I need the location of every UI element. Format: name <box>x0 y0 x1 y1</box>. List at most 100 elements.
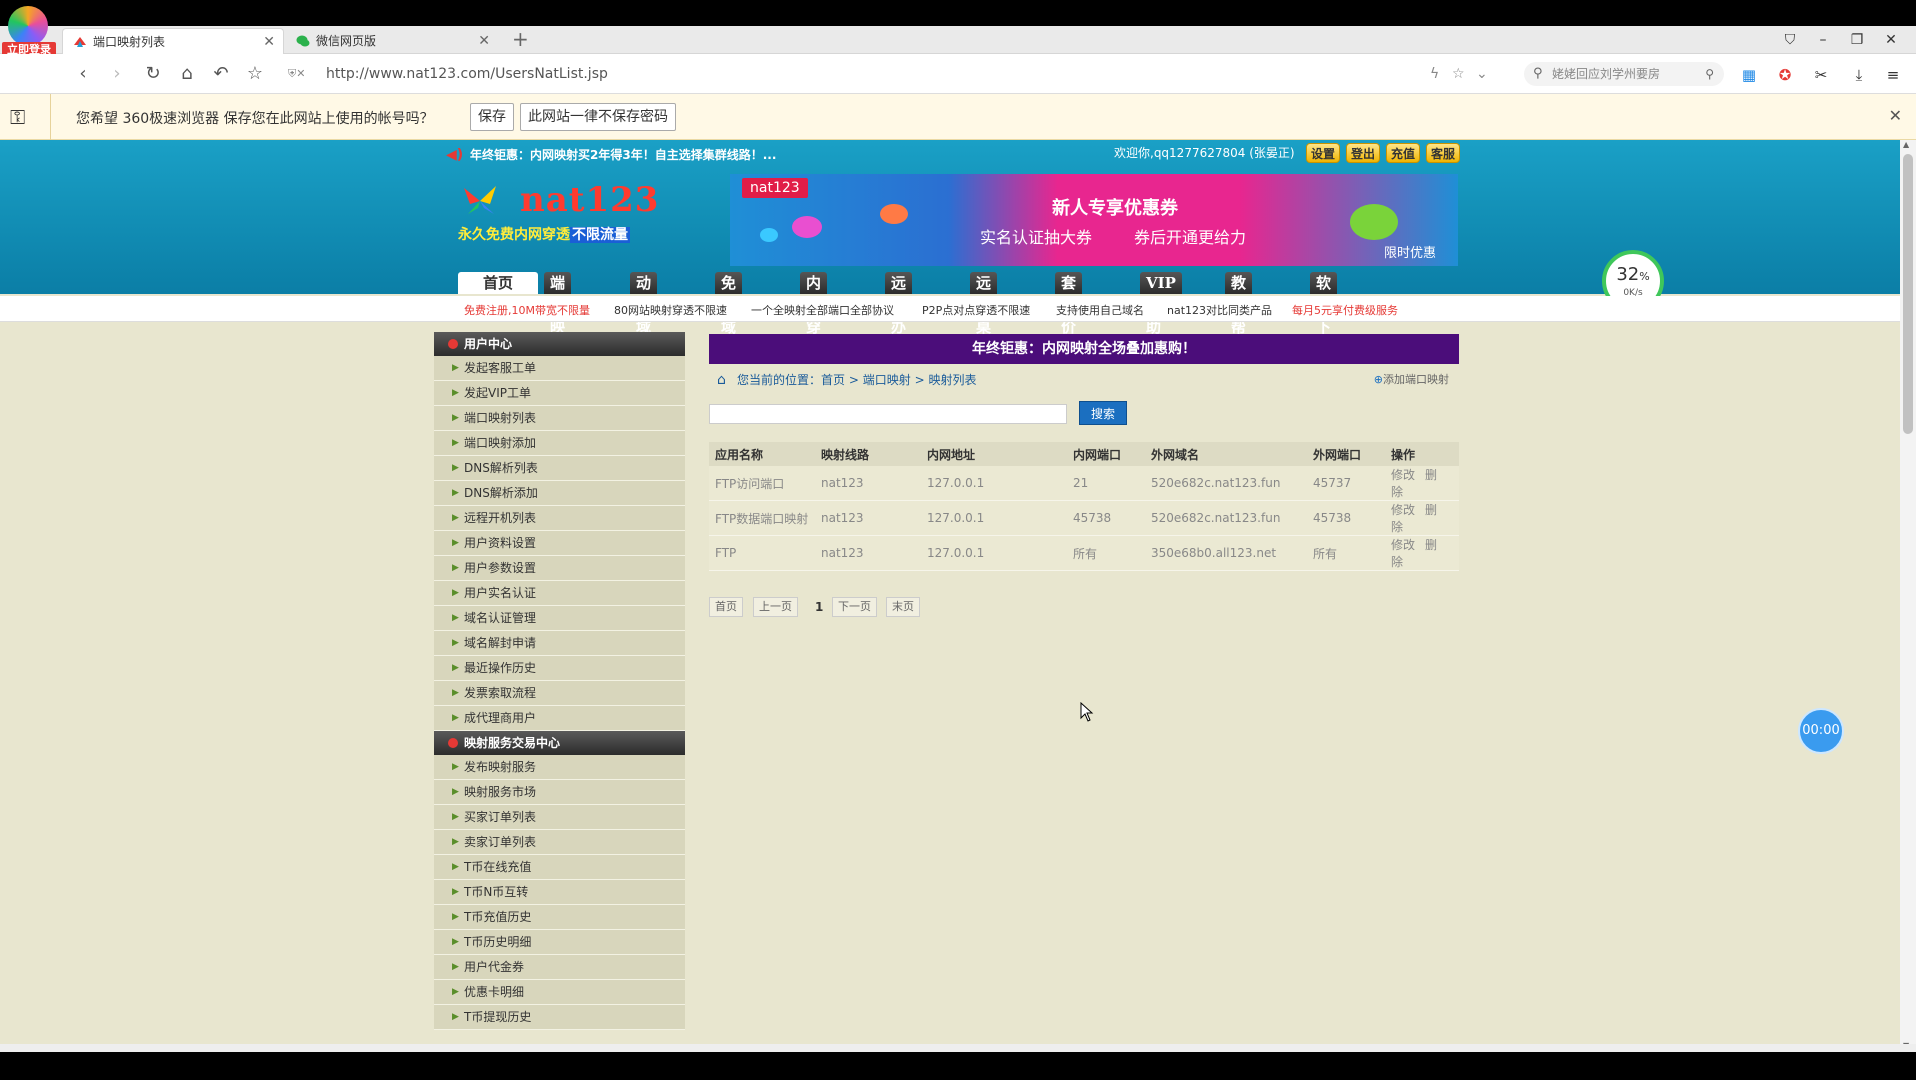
reload-icon[interactable]: ↻ <box>140 62 166 86</box>
lightning-icon[interactable]: ϟ <box>1430 62 1439 86</box>
skin-shirt-icon[interactable]: ⛉ <box>1775 26 1805 54</box>
nav-vip-help[interactable]: VIP帮助 <box>1140 272 1182 336</box>
new-tab-icon[interactable]: + <box>512 26 529 52</box>
sidebar-item[interactable]: ▶ 远程开机列表 <box>434 506 685 531</box>
nav-tutorials[interactable]: 教程帮助 <box>1225 272 1253 358</box>
nav-software-download[interactable]: 软件下载 <box>1310 272 1338 358</box>
feature-link[interactable]: nat123对比同类产品 <box>1167 302 1272 318</box>
tab-port-mapping-list[interactable]: 端口映射列表 ✕ <box>62 28 284 54</box>
back-icon[interactable]: ‹ <box>70 62 96 86</box>
search-button[interactable]: 搜索 <box>1079 401 1127 425</box>
apps-grid-icon[interactable]: ▦ <box>1738 64 1760 86</box>
mapping-search-input[interactable] <box>709 404 1067 424</box>
screenshot-scissors-icon[interactable]: ✂ <box>1810 64 1832 86</box>
feature-link[interactable]: 支持使用自己域名 <box>1056 302 1144 318</box>
sidebar-item[interactable]: ▶ 卖家订单列表 <box>434 830 685 855</box>
home-icon[interactable]: ⌂ <box>174 62 200 86</box>
sidebar-item[interactable]: ▶ 最近操作历史 <box>434 656 685 681</box>
feature-link[interactable]: 一个全映射全部端口全部协议 <box>751 302 894 318</box>
nav-intranet-penetration[interactable]: 内网穿透 <box>800 272 828 358</box>
breadcrumb-home[interactable]: 首页 <box>821 373 845 387</box>
favorite-star-icon[interactable]: ☆ <box>1452 62 1465 86</box>
promo-banner[interactable]: nat123 新人专享优惠券 实名认证抽大券 券后开通更给力 限时优惠 <box>730 174 1458 266</box>
page-first-button[interactable]: 首页 <box>709 597 743 617</box>
notice-bar[interactable]: ◀) 年终钜惠：内网映射买2年得3年！自主选择集群线路！... <box>446 146 776 163</box>
sidebar-item[interactable]: ▶ 成代理商用户 <box>434 706 685 731</box>
browser-360-logo[interactable]: 立即登录 <box>2 2 56 60</box>
feature-link[interactable]: 免费注册,10M带宽不限量 <box>464 302 590 318</box>
tab-wechat-web[interactable]: 微信网页版 ✕ <box>286 28 498 54</box>
promo-strip[interactable]: 年终钜惠：内网映射全场叠加惠购！ <box>709 334 1459 364</box>
sidebar-item[interactable]: ▶ 发起VIP工单 <box>434 381 685 406</box>
feature-link[interactable]: 每月5元享付费级服务 <box>1292 302 1398 318</box>
sidebar-item[interactable]: ▶ 端口映射添加 <box>434 431 685 456</box>
edit-link[interactable]: 修改 <box>1391 503 1415 517</box>
sidebar-item[interactable]: ▶ T币充值历史 <box>434 905 685 930</box>
nav-remote-desktop[interactable]: 远程桌面 <box>970 272 998 358</box>
menu-icon[interactable]: ≡ <box>1882 64 1904 86</box>
save-password-button[interactable]: 保存 <box>470 103 514 131</box>
never-save-password-button[interactable]: 此网站一律不保存密码 <box>520 103 676 131</box>
close-window-icon[interactable]: ✕ <box>1876 26 1906 54</box>
recording-timer[interactable]: 00:00 <box>1798 708 1844 754</box>
page-scrollbar[interactable]: ▲ ▼ <box>1900 140 1916 1052</box>
undo-close-icon[interactable]: ↶ <box>208 62 234 86</box>
url-dropdown-icon[interactable]: ⌄ <box>1476 62 1488 86</box>
sidebar-item[interactable]: ▶ 域名解封申请 <box>434 631 685 656</box>
recharge-button[interactable]: 充值 <box>1386 143 1421 163</box>
edit-link[interactable]: 修改 <box>1391 538 1415 552</box>
sidebar-item[interactable]: ▶ T币历史明细 <box>434 930 685 955</box>
search-go-icon[interactable]: ⚲ <box>1705 62 1714 86</box>
add-port-mapping-link[interactable]: ⊕添加端口映射 <box>1374 364 1449 396</box>
feature-link[interactable]: P2P点对点穿透不限速 <box>922 302 1030 318</box>
nav-remote-office[interactable]: 远程办公 <box>885 272 913 358</box>
nav-pricing[interactable]: 套餐价格 <box>1055 272 1083 358</box>
sidebar-item[interactable]: ▶ 映射服务市场 <box>434 780 685 805</box>
minimize-icon[interactable]: – <box>1808 26 1838 54</box>
sidebar-item[interactable]: ▶ DNS解析添加 <box>434 481 685 506</box>
logout-button[interactable]: 登出 <box>1346 143 1381 163</box>
close-tab-icon[interactable]: ✕ <box>263 29 275 55</box>
sidebar-group-trade-center[interactable]: 映射服务交易中心 <box>434 731 685 755</box>
scroll-up-icon[interactable]: ▲ <box>1903 140 1909 149</box>
nav-port-mapping[interactable]: 端口映射 <box>544 272 572 358</box>
sidebar-item[interactable]: ▶ 用户实名认证 <box>434 581 685 606</box>
game-controller-icon[interactable]: ✪ <box>1774 64 1796 86</box>
sidebar-item[interactable]: ▶ 用户代金券 <box>434 955 685 980</box>
sidebar-group-user-center[interactable]: 用户中心 <box>434 332 685 356</box>
download-icon[interactable]: ⤓ <box>1848 64 1870 86</box>
sidebar-item[interactable]: ▶ 域名认证管理 <box>434 606 685 631</box>
sidebar-item[interactable]: ▶ 用户参数设置 <box>434 556 685 581</box>
sidebar-item[interactable]: ▶ 发票索取流程 <box>434 681 685 706</box>
sidebar-item[interactable]: ▶ 发布映射服务 <box>434 755 685 780</box>
page-last-button[interactable]: 末页 <box>886 597 920 617</box>
sidebar-item[interactable]: ▶ DNS解析列表 <box>434 456 685 481</box>
close-tab-icon[interactable]: ✕ <box>478 28 490 54</box>
page-next-button[interactable]: 下一页 <box>832 597 877 617</box>
feature-link[interactable]: 80网站映射穿透不限速 <box>614 302 727 318</box>
support-button[interactable]: 客服 <box>1426 143 1461 163</box>
search-box[interactable]: ⚲ 姥姥回应刘学州要房 ⚲ <box>1524 62 1724 86</box>
sidebar-item[interactable]: ▶ 端口映射列表 <box>434 406 685 431</box>
nav-home[interactable]: 首页 <box>458 272 538 294</box>
site-logo[interactable]: nat123 永久免费内网穿透 不限流量 <box>458 180 658 246</box>
sidebar-item[interactable]: ▶ 用户资料设置 <box>434 531 685 556</box>
nav-dynamic-dns[interactable]: 动态域名 <box>630 272 658 358</box>
breadcrumb-port-mapping[interactable]: 端口映射 <box>863 373 911 387</box>
bookmark-star-icon[interactable]: ☆ <box>242 62 268 86</box>
sidebar-item[interactable]: ▶ T币在线充值 <box>434 855 685 880</box>
sidebar-item[interactable]: ▶ 买家订单列表 <box>434 805 685 830</box>
page-prev-button[interactable]: 上一页 <box>753 597 798 617</box>
sidebar-item[interactable]: ▶ T币N币互转 <box>434 880 685 905</box>
restore-icon[interactable]: ❐ <box>1842 26 1872 54</box>
settings-button[interactable]: 设置 <box>1306 143 1341 163</box>
close-bar-icon[interactable]: ✕ <box>1889 106 1902 125</box>
scrollbar-thumb[interactable] <box>1903 154 1913 434</box>
edit-link[interactable]: 修改 <box>1391 468 1415 482</box>
url-field[interactable]: ⛨✕ http://www.nat123.com/UsersNatList.js… <box>282 62 1492 86</box>
nav-free-domain[interactable]: 免费域名 <box>715 272 743 358</box>
forward-icon[interactable]: › <box>104 62 130 86</box>
sidebar-item[interactable]: ▶ 发起客服工单 <box>434 356 685 381</box>
sidebar-item[interactable]: ▶ T币提现历史 <box>434 1005 685 1030</box>
sidebar-item[interactable]: ▶ 优惠卡明细 <box>434 980 685 1005</box>
